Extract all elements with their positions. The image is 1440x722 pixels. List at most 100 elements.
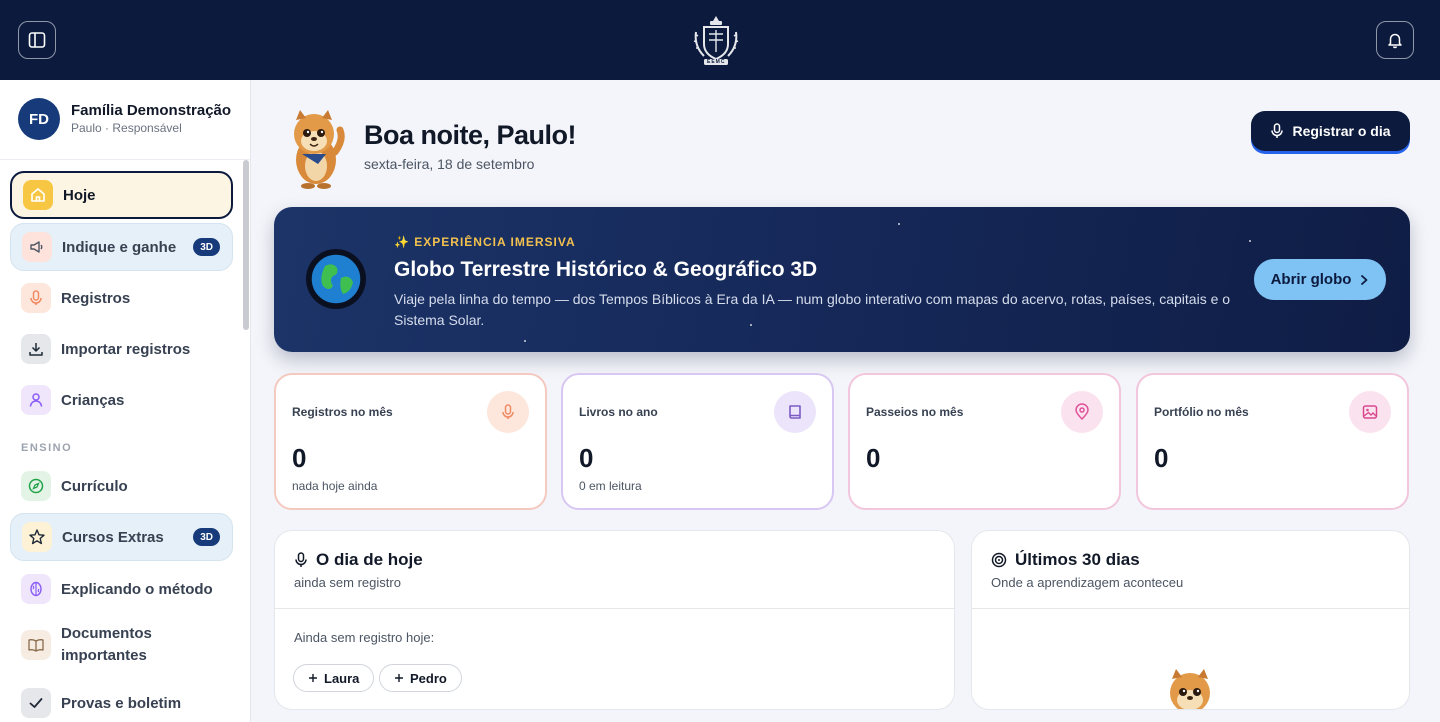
sidebar-panel-icon <box>28 32 46 48</box>
add-record-pedro-button[interactable]: Pedro <box>379 664 462 692</box>
home-icon <box>23 180 53 210</box>
sidebar-item-registros[interactable]: Registros <box>10 274 233 322</box>
today-panel-title: O dia de hoje <box>294 550 423 570</box>
mascot-illustration <box>1158 667 1222 709</box>
family-name: Família Demonstração <box>71 102 232 119</box>
last-30-days-panel: Últimos 30 dias Onde a aprendizagem acon… <box>971 530 1410 710</box>
microphone-icon <box>487 391 529 433</box>
open-globe-button[interactable]: Abrir globo <box>1254 259 1386 300</box>
star-dot <box>898 223 900 225</box>
microphone-icon <box>21 283 51 313</box>
divider <box>972 608 1409 609</box>
last-30-days-title-text: Últimos 30 dias <box>1015 550 1140 569</box>
stat-value: 0 <box>866 443 881 473</box>
sidebar-item-curriculo[interactable]: Currículo <box>10 462 233 510</box>
sidebar-item-explicando-o-metodo[interactable]: Explicando o método <box>10 565 233 613</box>
stat-card-passeios[interactable]: Passeios no mês 0 <box>848 373 1121 510</box>
stat-value: 0 <box>579 443 594 473</box>
sidebar-item-label: Explicando o método <box>61 580 213 598</box>
logo-text: EEMC <box>707 59 726 65</box>
family-role: Paulo · Responsável <box>71 121 182 135</box>
today-panel-subtitle: ainda sem registro <box>294 575 401 590</box>
last-30-days-subtitle: Onde a aprendizagem aconteceu <box>991 575 1184 590</box>
brain-icon <box>21 574 51 604</box>
sidebar-scrollbar[interactable] <box>243 160 249 330</box>
top-bar: EEMC <box>0 0 1440 80</box>
sidebar-item-provas-e-boletim[interactable]: Provas e boletim <box>10 679 233 722</box>
divider <box>275 608 954 609</box>
family-switcher[interactable]: FD Família Demonstração Paulo · Responsá… <box>0 80 250 160</box>
section-label-ensino: ENSINO <box>21 442 73 454</box>
school-crest-logo[interactable]: EEMC <box>690 12 742 68</box>
star-dot <box>1249 240 1251 242</box>
chevron-right-icon <box>1361 274 1368 285</box>
register-day-label: Registrar o dia <box>1292 123 1391 139</box>
star-dot <box>524 340 526 342</box>
sidebar-item-label: Provas e boletim <box>61 694 182 712</box>
microphone-icon <box>295 552 307 567</box>
sidebar-item-label: Crianças <box>61 391 125 409</box>
globe-promo-banner: ✨ EXPERIÊNCIA IMERSIVA Globo Terrestre H… <box>274 207 1410 352</box>
sidebar-item-criancas[interactable]: Crianças <box>10 376 233 424</box>
hero-kicker: ✨ EXPERIÊNCIA IMERSIVA <box>394 235 576 249</box>
sidebar-item-hoje[interactable]: Hoje <box>10 171 233 219</box>
stat-card-livros[interactable]: Livros no ano 0 0 em leitura <box>561 373 834 510</box>
child-name: Pedro <box>410 670 447 686</box>
stat-card-portfolio[interactable]: Portfólio no mês 0 <box>1136 373 1409 510</box>
stat-subtext: nada hoje ainda <box>292 479 378 493</box>
globe-icon <box>306 249 366 309</box>
hero-description: Viaje pela linha do tempo — dos Tempos B… <box>394 291 1231 328</box>
sidebar-item-cursos-extras[interactable]: Cursos Extras 3D <box>10 513 233 561</box>
sidebar-item-label: Currículo <box>61 477 128 495</box>
sidebar-item-label: Registros <box>61 289 131 307</box>
megaphone-icon <box>22 232 52 262</box>
sidebar-item-indique-e-ganhe[interactable]: Indique e ganhe 3D <box>10 223 233 271</box>
book-open-icon <box>21 630 51 660</box>
download-icon <box>21 334 51 364</box>
stat-label: Portfólio no mês <box>1154 405 1249 419</box>
register-day-button[interactable]: Registrar o dia <box>1251 111 1410 151</box>
compass-icon <box>21 471 51 501</box>
sidebar-item-label: Documentos importantes <box>61 625 152 664</box>
today-panel-body: Ainda sem registro hoje: <box>294 630 435 645</box>
microphone-icon <box>1271 123 1284 138</box>
stat-value: 0 <box>1154 443 1169 473</box>
star-icon <box>22 522 52 552</box>
new-badge: 3D <box>193 238 220 256</box>
sidebar-item-label: Hoje <box>63 186 96 204</box>
check-icon <box>21 688 51 718</box>
current-date: sexta-feira, 18 de setembro <box>364 156 535 172</box>
child-name: Laura <box>324 670 360 686</box>
open-globe-label: Abrir globo <box>1270 271 1352 288</box>
sidebar: FD Família Demonstração Paulo · Responsá… <box>0 80 251 722</box>
plus-icon <box>395 674 403 682</box>
last-30-days-title: Últimos 30 dias <box>991 550 1140 570</box>
sidebar-item-label: Indique e ganhe <box>62 238 177 256</box>
sidebar-toggle-button[interactable] <box>18 21 56 59</box>
stat-subtext: 0 em leitura <box>579 479 642 493</box>
stat-label: Livros no ano <box>579 405 658 419</box>
sidebar-item-documentos-importantes[interactable]: Documentos importantes <box>10 616 233 674</box>
page-title: Boa noite, Paulo! <box>364 120 577 150</box>
mascot-illustration <box>278 108 348 190</box>
avatar: FD <box>18 98 60 140</box>
stat-label: Registros no mês <box>292 405 393 419</box>
today-panel-title-text: O dia de hoje <box>316 550 423 569</box>
hero-title: Globo Terrestre Histórico & Geográfico 3… <box>394 258 818 281</box>
stat-card-registros[interactable]: Registros no mês 0 nada hoje ainda <box>274 373 547 510</box>
stat-label: Passeios no mês <box>866 405 964 419</box>
notifications-button[interactable] <box>1376 21 1414 59</box>
sidebar-item-label: Importar registros <box>61 340 191 358</box>
sidebar-item-label: Cursos Extras <box>62 528 164 546</box>
stat-value: 0 <box>292 443 307 473</box>
bell-icon <box>1388 33 1402 49</box>
sidebar-item-importar-registros[interactable]: Importar registros <box>10 325 233 373</box>
book-icon <box>774 391 816 433</box>
new-badge: 3D <box>193 528 220 546</box>
add-record-laura-button[interactable]: Laura <box>293 664 375 692</box>
person-icon <box>21 385 51 415</box>
image-icon <box>1349 391 1391 433</box>
today-panel: O dia de hoje ainda sem registro Ainda s… <box>274 530 955 710</box>
plus-icon <box>309 674 317 682</box>
map-pin-icon <box>1061 391 1103 433</box>
